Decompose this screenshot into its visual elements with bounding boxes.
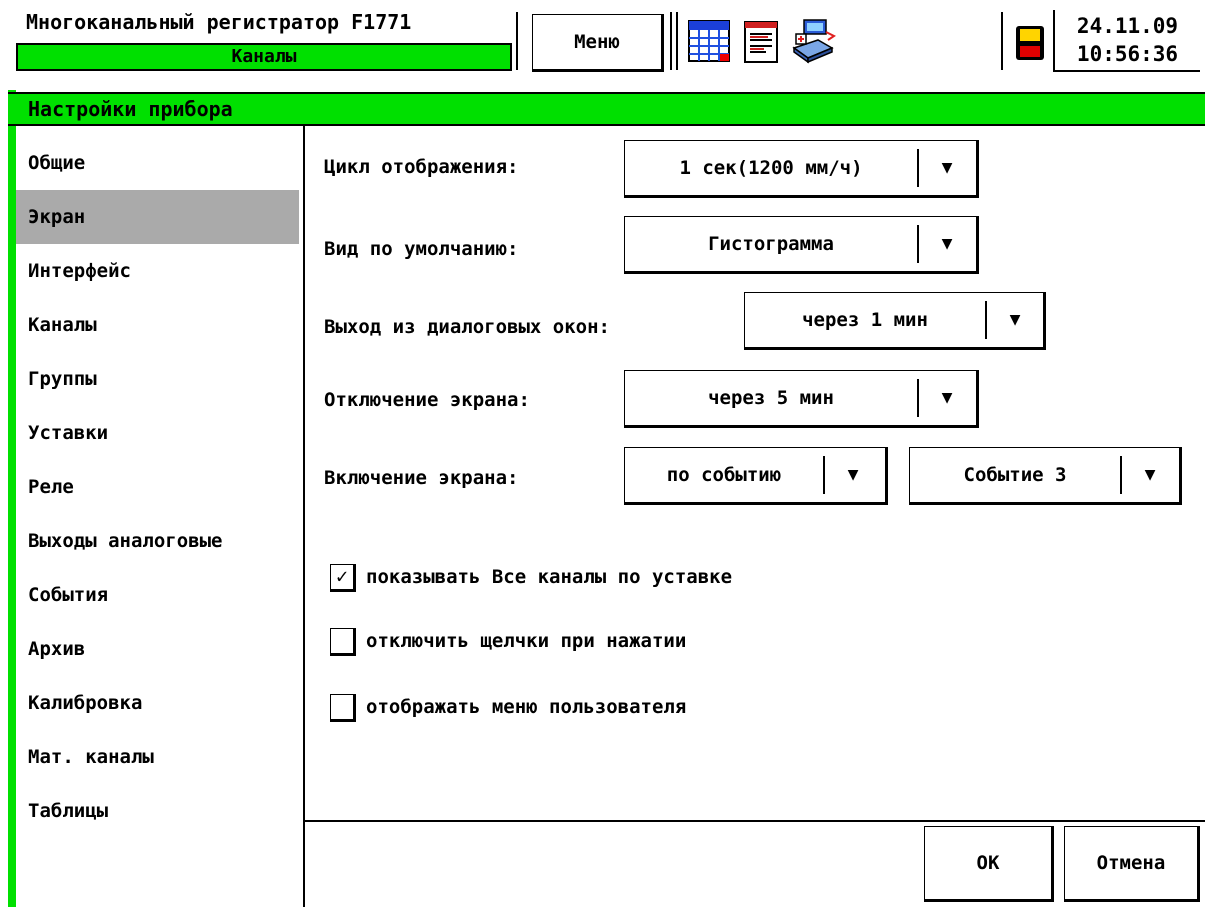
sidebar-item-groups[interactable]: Группы [16, 352, 299, 406]
default-view-dropdown[interactable]: Гистограмма ▼ [624, 216, 979, 274]
screen-on-label: Включение экрана: [324, 467, 519, 489]
user-menu-checkbox[interactable] [330, 694, 356, 722]
sidebar-divider [303, 126, 305, 907]
app-title: Многоканальный регистратор F1771 [26, 10, 412, 34]
time-text: 10:56:36 [1076, 42, 1179, 66]
display-cycle-value: 1 сек(1200 мм/ч) [679, 157, 863, 179]
menu-button[interactable]: Меню [532, 14, 664, 72]
toolbar-divider [676, 12, 678, 70]
chevron-down-icon: ▼ [941, 157, 953, 178]
screen-on-mode-dropdown[interactable]: по событию ▼ [624, 447, 888, 505]
show-all-channels-checkbox[interactable]: ✓ [330, 564, 356, 592]
show-all-channels-label[interactable]: показывать Все каналы по уставке [366, 562, 732, 592]
disable-clicks-checkbox[interactable] [330, 628, 356, 656]
sidebar-item-analog-outputs[interactable]: Выходы аналоговые [16, 514, 299, 568]
sidebar-item-archive[interactable]: Архив [16, 622, 299, 676]
footer-divider [303, 820, 1205, 822]
chevron-down-icon: ▼ [1144, 464, 1156, 485]
screen-on-mode-value: по событию [666, 464, 782, 486]
current-section-bar: Каналы [16, 43, 512, 71]
sidebar-item-tables[interactable]: Таблицы [16, 784, 299, 838]
screen-off-label: Отключение экрана: [324, 389, 530, 411]
display-cycle-dropdown[interactable]: 1 сек(1200 мм/ч) ▼ [624, 140, 979, 198]
save-disk-icon [1014, 24, 1046, 62]
sidebar-item-relays[interactable]: Реле [16, 460, 299, 514]
sidebar-item-events[interactable]: События [16, 568, 299, 622]
dialog-exit-value: через 1 мин [802, 309, 928, 331]
disable-clicks-label[interactable]: отключить щелчки при нажатии [366, 626, 686, 656]
display-cycle-label: Цикл отображения: [324, 156, 519, 178]
window-title: Настройки прибора [8, 92, 1205, 126]
screen-off-dropdown[interactable]: через 5 мин ▼ [624, 370, 979, 428]
sidebar-item-setpoints[interactable]: Уставки [16, 406, 299, 460]
chevron-down-icon: ▼ [941, 233, 953, 254]
chevron-down-icon: ▼ [1009, 309, 1021, 330]
screen-off-value: через 5 мин [708, 387, 834, 409]
toolbar-divider [670, 12, 672, 70]
chevron-down-icon: ▼ [941, 387, 953, 408]
chevron-down-icon: ▼ [847, 464, 859, 485]
datetime-display: 24.11.09 10:56:36 [1053, 10, 1200, 72]
header-divider [516, 12, 518, 70]
report-icon[interactable] [738, 18, 784, 64]
default-view-label: Вид по умолчанию: [324, 238, 519, 260]
status-divider [1001, 12, 1003, 70]
default-view-value: Гистограмма [708, 233, 834, 255]
sidebar-item-calibration[interactable]: Калибровка [16, 676, 299, 730]
dialog-exit-dropdown[interactable]: через 1 мин ▼ [744, 292, 1046, 350]
sidebar-item-screen[interactable]: Экран [16, 190, 299, 244]
screen-on-event-dropdown[interactable]: Событие 3 ▼ [909, 447, 1182, 505]
sidebar-item-interface[interactable]: Интерфейс [16, 244, 299, 298]
user-menu-label[interactable]: отображать меню пользователя [366, 692, 686, 722]
cancel-button[interactable]: Отмена [1064, 826, 1200, 902]
date-text: 24.11.09 [1076, 14, 1179, 38]
screen-on-event-value: Событие 3 [963, 464, 1067, 486]
table-icon[interactable] [686, 18, 732, 64]
device-transfer-icon[interactable] [790, 18, 836, 64]
sidebar-item-general[interactable]: Общие [16, 136, 299, 190]
dialog-exit-label: Выход из диалоговых окон: [324, 316, 610, 338]
sidebar-item-math-channels[interactable]: Мат. каналы [16, 730, 299, 784]
check-mark-icon: ✓ [335, 564, 349, 588]
sidebar-item-channels[interactable]: Каналы [16, 298, 299, 352]
ok-button[interactable]: ОК [924, 826, 1054, 902]
